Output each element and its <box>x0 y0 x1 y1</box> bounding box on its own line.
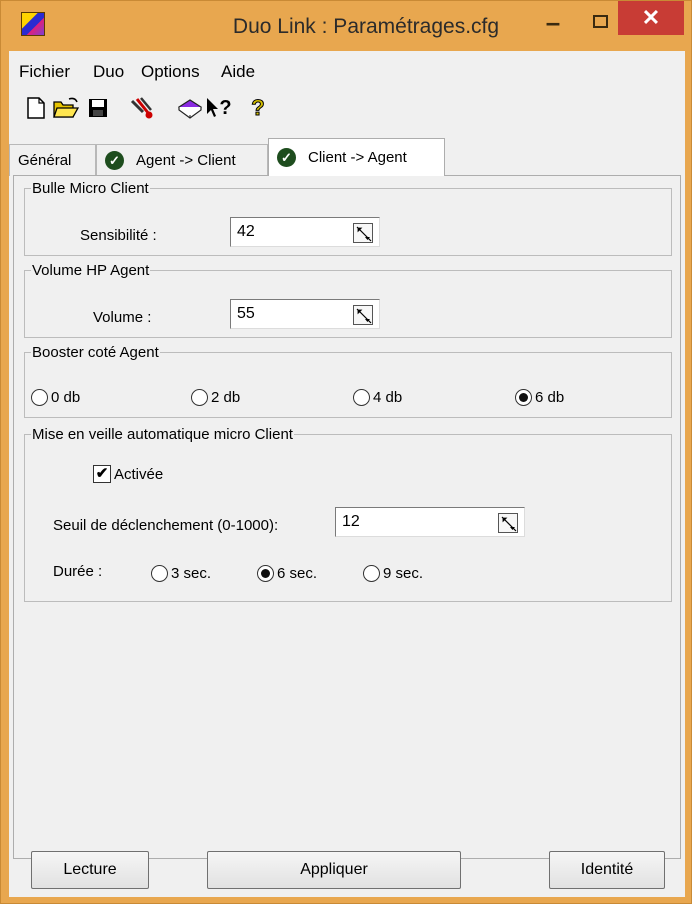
radio-6sec[interactable]: 6 sec. <box>257 565 317 582</box>
volume-spinner[interactable]: 55 <box>230 299 380 329</box>
tab-panel: Bulle Micro Client Sensibilité : 42 Volu… <box>13 175 681 859</box>
radio-label: 3 sec. <box>171 565 212 582</box>
close-icon: ✕ <box>641 5 661 30</box>
tab-client-agent[interactable]: ✓ Client -> Agent <box>268 138 445 176</box>
lecture-button[interactable]: Lecture <box>31 851 149 889</box>
radio-label: 0 db <box>51 389 81 406</box>
checkbox-box[interactable]: ✔ <box>93 465 111 483</box>
tab-label: Général <box>18 152 72 169</box>
radio-4db[interactable]: 4 db <box>353 389 402 406</box>
close-button[interactable]: ✕ <box>618 1 684 35</box>
sensibilite-value: 42 <box>237 223 255 240</box>
tab-agent-client[interactable]: ✓ Agent -> Client <box>96 144 268 176</box>
menu-duo[interactable]: Duo <box>93 62 124 82</box>
group-title: Bulle Micro Client <box>32 180 149 197</box>
radio-circle[interactable] <box>257 565 274 582</box>
volume-label: Volume : <box>93 309 152 326</box>
radio-circle[interactable] <box>191 389 208 406</box>
group-mise-en-veille: Mise en veille automatique micro Client … <box>24 426 672 602</box>
toolbar: ? ? <box>9 87 685 127</box>
radio-circle[interactable] <box>515 389 532 406</box>
radio-0db[interactable]: 0 db <box>31 389 80 406</box>
book-icon[interactable] <box>177 95 203 121</box>
tab-general[interactable]: Général <box>9 144 96 176</box>
client-area: Fichier Duo Options Aide ? ? Général ✓ A… <box>9 51 685 897</box>
radio-circle[interactable] <box>151 565 168 582</box>
menu-fichier[interactable]: Fichier <box>19 62 70 82</box>
duree-label: Durée : <box>53 563 103 580</box>
title-bar[interactable]: Duo Link : Paramétrages.cfg – ✕ <box>1 1 691 51</box>
menu-options[interactable]: Options <box>141 62 200 82</box>
radio-label: 9 sec. <box>383 565 424 582</box>
spinner-arrows-icon[interactable] <box>498 513 518 533</box>
radio-label: 6 db <box>535 389 565 406</box>
maximize-icon <box>592 15 608 28</box>
open-folder-icon[interactable] <box>53 95 79 121</box>
menu-aide[interactable]: Aide <box>221 62 255 82</box>
radio-3sec[interactable]: 3 sec. <box>151 565 211 582</box>
group-title: Mise en veille automatique micro Client <box>32 426 293 443</box>
radio-label: 4 db <box>373 389 403 406</box>
radio-2db[interactable]: 2 db <box>191 389 240 406</box>
wrench-tools-icon[interactable] <box>129 95 155 121</box>
minimize-icon: – <box>545 7 561 37</box>
check-circle-icon: ✓ <box>277 148 296 167</box>
new-file-icon[interactable] <box>23 95 49 121</box>
check-circle-icon: ✓ <box>105 151 124 170</box>
question-icon[interactable]: ? <box>245 95 271 121</box>
volume-value: 55 <box>237 305 255 322</box>
menu-bar: Fichier Duo Options Aide <box>9 51 685 85</box>
check-icon: ✔ <box>95 465 109 482</box>
group-title: Booster coté Agent <box>32 344 159 361</box>
spinner-arrows-icon[interactable] <box>353 305 373 325</box>
radio-circle[interactable] <box>353 389 370 406</box>
maximize-button[interactable] <box>583 5 617 39</box>
group-title: Volume HP Agent <box>32 262 150 279</box>
radio-9sec[interactable]: 9 sec. <box>363 565 423 582</box>
pointer-help-icon[interactable]: ? <box>203 95 235 121</box>
identite-button[interactable]: Identité <box>549 851 665 889</box>
appliquer-button[interactable]: Appliquer <box>207 851 461 889</box>
activee-checkbox[interactable]: ✔ Activée <box>93 465 163 483</box>
sensibilite-label: Sensibilité : <box>80 227 157 244</box>
group-volume-hp: Volume HP Agent Volume : 55 <box>24 262 672 338</box>
radio-6db[interactable]: 6 db <box>515 389 564 406</box>
group-bulle-micro: Bulle Micro Client Sensibilité : 42 <box>24 180 672 256</box>
seuil-label: Seuil de déclenchement (0-1000): <box>53 517 279 534</box>
checkbox-label: Activée <box>114 465 164 483</box>
radio-circle[interactable] <box>363 565 380 582</box>
radio-label: 6 sec. <box>277 565 318 582</box>
sensibilite-spinner[interactable]: 42 <box>230 217 380 247</box>
app-window: Duo Link : Paramétrages.cfg – ✕ Fichier … <box>0 0 692 904</box>
save-icon[interactable] <box>85 95 111 121</box>
minimize-button[interactable]: – <box>536 7 570 41</box>
seuil-spinner[interactable]: 12 <box>335 507 525 537</box>
seuil-value: 12 <box>342 513 360 530</box>
tab-label: Client -> Agent <box>308 149 407 166</box>
tab-strip: Général ✓ Agent -> Client ✓ Client -> Ag… <box>9 131 685 176</box>
tab-label: Agent -> Client <box>136 152 236 169</box>
radio-circle[interactable] <box>31 389 48 406</box>
spinner-arrows-icon[interactable] <box>353 223 373 243</box>
group-booster: Booster coté Agent 0 db 2 db 4 db 6 db <box>24 344 672 418</box>
radio-label: 2 db <box>211 389 241 406</box>
